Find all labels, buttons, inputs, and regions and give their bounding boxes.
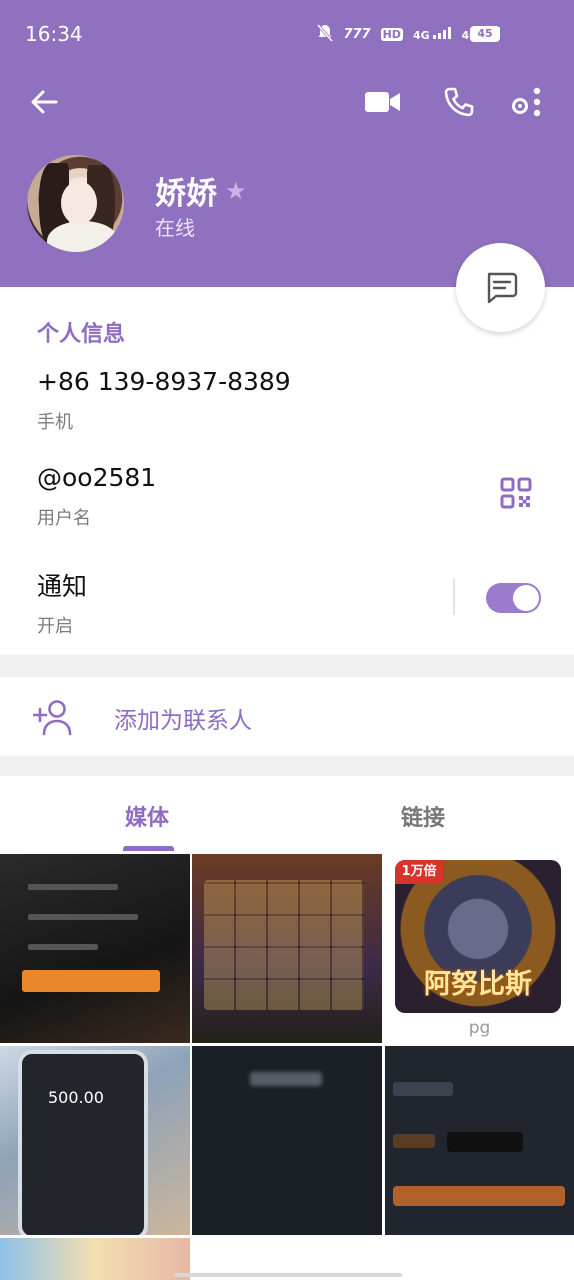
more-options-button[interactable]	[504, 80, 548, 124]
arrow-left-icon	[31, 90, 58, 114]
message-button[interactable]	[456, 243, 545, 332]
contact-name-text: 娇娇	[155, 176, 217, 212]
avatar[interactable]	[27, 155, 124, 252]
username-label: 用户名	[37, 508, 91, 529]
phone-label: 手机	[37, 412, 73, 433]
add-contact-label: 添加为联系人	[114, 708, 252, 734]
media-thumbnail[interactable]	[0, 1238, 190, 1280]
tab-links[interactable]: 链接	[401, 800, 445, 832]
thumbnail-caption: pg	[468, 1018, 491, 1038]
media-thumbnail[interactable]: 500.00	[0, 1046, 190, 1235]
media-thumbnail[interactable]	[0, 854, 190, 1043]
more-vertical-icon	[512, 87, 541, 117]
status-time: 16:34	[25, 22, 83, 46]
notifications-status: 开启	[37, 616, 73, 637]
status-bar: 16:34 777 HD 4G 4G 45	[0, 0, 574, 68]
back-button[interactable]	[22, 80, 66, 124]
thumbnail-badge: 1万倍	[395, 860, 443, 884]
signal-icon: 4G	[413, 27, 452, 42]
divider	[453, 579, 455, 615]
tab-media[interactable]: 媒体	[125, 800, 169, 832]
mute-icon	[317, 24, 334, 45]
thumbnail-title: 阿努比斯	[424, 969, 532, 1000]
add-contact-row[interactable]: 添加为联系人	[0, 677, 574, 756]
qr-code-button[interactable]	[500, 477, 532, 509]
toggle-knob	[513, 585, 539, 611]
video-camera-icon	[365, 92, 400, 112]
section-title: 个人信息	[37, 322, 126, 347]
contact-name: 娇娇 ★	[155, 168, 247, 213]
home-indicator[interactable]	[174, 1273, 402, 1277]
star-icon: ★	[225, 176, 247, 205]
media-thumbnail[interactable]	[192, 854, 382, 1043]
media-thumbnail[interactable]	[192, 1046, 382, 1235]
phone-number[interactable]: +86 139-8937-8389	[37, 367, 291, 396]
battery-icon: 45	[470, 26, 500, 42]
media-thumbnail[interactable]	[385, 1046, 574, 1235]
chat-bubble-icon	[487, 272, 517, 303]
personal-info-section: 个人信息 +86 139-8937-8389 手机 @oo2581 用户名 通知…	[0, 287, 574, 655]
qr-code-icon	[500, 477, 532, 509]
media-thumbnail[interactable]: 1万倍 阿努比斯 pg	[385, 854, 574, 1043]
nfc-icon: 777	[343, 27, 371, 42]
username[interactable]: @oo2581	[37, 463, 156, 492]
thumbnail-amount: 500.00	[48, 1088, 104, 1107]
phone-icon	[444, 87, 474, 117]
voice-call-button[interactable]	[437, 80, 481, 124]
avatar-face	[61, 181, 97, 225]
notifications-title[interactable]: 通知	[37, 567, 87, 603]
add-person-icon	[33, 700, 72, 736]
active-tab-indicator	[123, 846, 174, 851]
hd-icon: HD	[380, 28, 403, 41]
notifications-toggle[interactable]	[486, 583, 541, 613]
presence-status: 在线	[155, 216, 195, 240]
video-call-button[interactable]	[361, 80, 405, 124]
